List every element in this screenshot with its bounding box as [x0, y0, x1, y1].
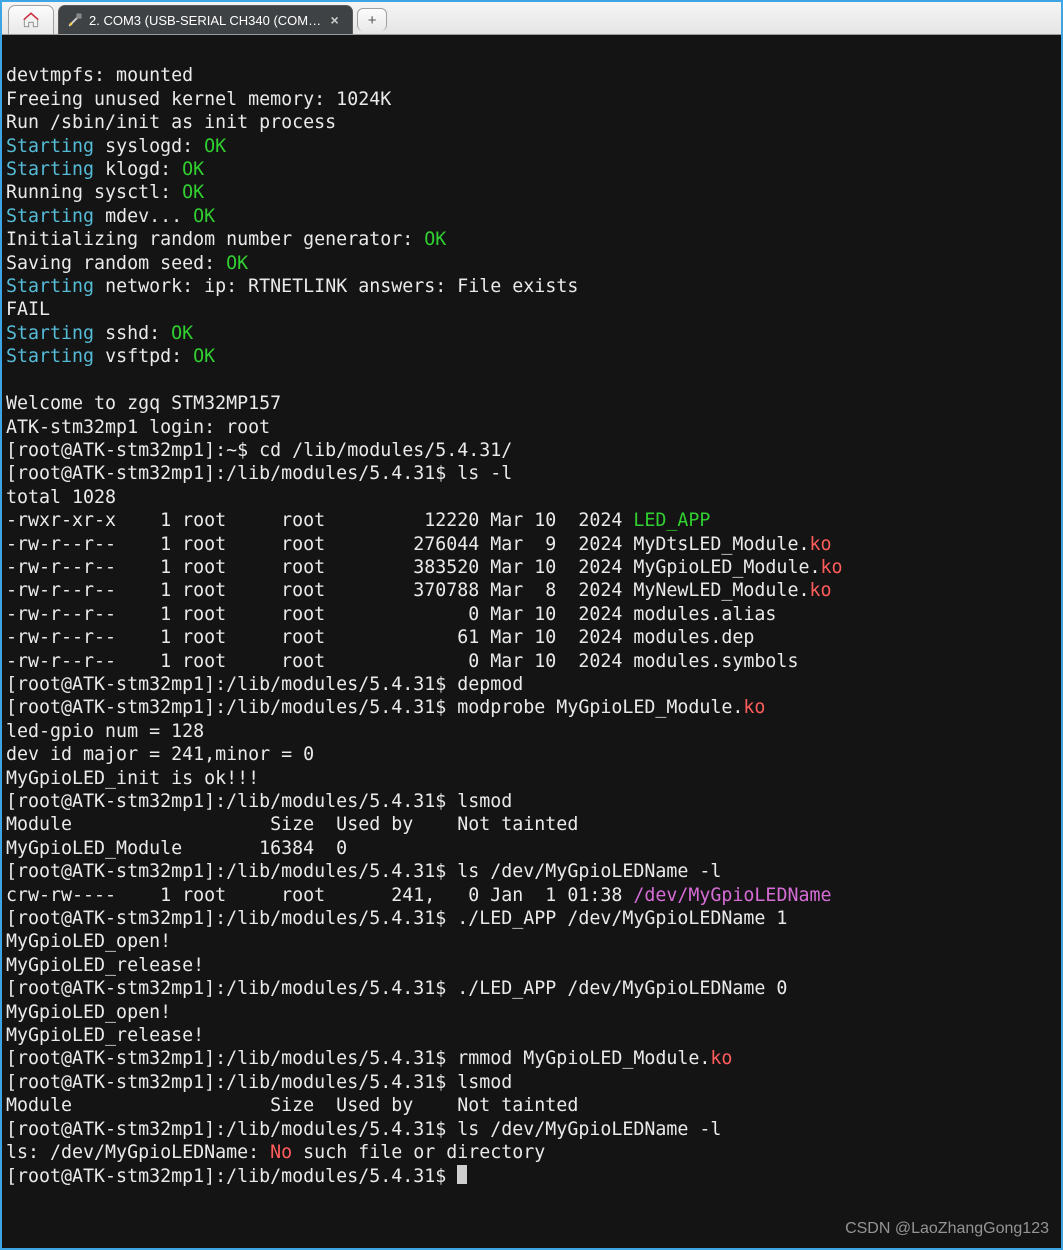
ok-word: OK [424, 229, 446, 250]
err-line: such file or directory [292, 1142, 545, 1163]
ls-row: -rw-r--r-- 1 root root 383520 Mar 10 202… [6, 557, 820, 578]
ls-row: -rw-r--r-- 1 root root 61 Mar 10 2024 mo… [6, 627, 754, 648]
ok-word: OK [193, 206, 215, 227]
ko-ext: ko [710, 1048, 732, 1069]
line: MyGpioLED_init is ok!!! [6, 768, 259, 789]
ls-row: -rwxr-xr-x 1 root root 12220 Mar 10 2024 [6, 510, 633, 531]
prompt-line: [root@ATK-stm32mp1]:/lib/modules/5.4.31$… [6, 463, 512, 484]
line: klogd: [94, 159, 182, 180]
tab-serial[interactable]: 2. COM3 (USB-SERIAL CH340 (COM… × [58, 5, 353, 34]
ok-word: OK [182, 159, 204, 180]
tab-label: 2. COM3 (USB-SERIAL CH340 (COM… [89, 13, 321, 28]
prompt-line: [root@ATK-stm32mp1]:/lib/modules/5.4.31$… [6, 1072, 512, 1093]
ls-row: -rw-r--r-- 1 root root 0 Mar 10 2024 mod… [6, 604, 776, 625]
ko-ext: ko [743, 697, 765, 718]
ok-word: OK [226, 253, 248, 274]
line: dev id major = 241,minor = 0 [6, 744, 314, 765]
home-icon [22, 11, 40, 29]
serial-port-icon [67, 12, 83, 28]
line: Module Size Used by Not tainted [6, 1095, 578, 1116]
line: MyGpioLED_Module 16384 0 [6, 838, 347, 859]
line: MyGpioLED_release! [6, 1025, 204, 1046]
ok-word: OK [193, 346, 215, 367]
prompt-line: [root@ATK-stm32mp1]:/lib/modules/5.4.31$… [6, 908, 787, 929]
line: devtmpfs: mounted [6, 65, 193, 86]
line: total 1028 [6, 487, 116, 508]
line: Initializing random number generator: [6, 229, 424, 250]
cursor [457, 1165, 467, 1184]
line: MyGpioLED_open! [6, 931, 171, 952]
prompt-line: [root@ATK-stm32mp1]:/lib/modules/5.4.31$… [6, 697, 743, 718]
ko-ext: ko [809, 580, 831, 601]
prompt-line: [root@ATK-stm32mp1]:/lib/modules/5.4.31$ [6, 1166, 457, 1187]
ok-word: OK [204, 136, 226, 157]
prompt-line: [root@ATK-stm32mp1]:/lib/modules/5.4.31$… [6, 1119, 721, 1140]
ls-row: -rw-r--r-- 1 root root 0 Mar 10 2024 mod… [6, 651, 798, 672]
exec-file: LED_APP [633, 510, 710, 531]
ko-ext: ko [820, 557, 842, 578]
prompt-line: [root@ATK-stm32mp1]:/lib/modules/5.4.31$… [6, 978, 787, 999]
line: mdev... [94, 206, 193, 227]
ok-word: OK [182, 182, 204, 203]
terminal-output[interactable]: devtmpfs: mounted Freeing unused kernel … [2, 35, 1061, 1192]
starting-word: Starting [6, 346, 94, 367]
line: network: ip: RTNETLINK answers: File exi… [94, 276, 578, 297]
prompt-line: [root@ATK-stm32mp1]:/lib/modules/5.4.31$… [6, 1048, 710, 1069]
starting-word: Starting [6, 206, 94, 227]
line: Welcome to zgq STM32MP157 [6, 393, 281, 414]
line: ATK-stm32mp1 login: root [6, 417, 270, 438]
line: MyGpioLED_open! [6, 1002, 171, 1023]
close-icon[interactable]: × [327, 13, 342, 28]
line: Saving random seed: [6, 253, 226, 274]
prompt-line: [root@ATK-stm32mp1]:~$ cd /lib/modules/5… [6, 440, 512, 461]
plus-icon: + [368, 12, 377, 29]
starting-word: Starting [6, 323, 94, 344]
line: syslogd: [94, 136, 204, 157]
prompt-line: [root@ATK-stm32mp1]:/lib/modules/5.4.31$… [6, 674, 523, 695]
line: Running sysctl: [6, 182, 182, 203]
line: Module Size Used by Not tainted [6, 814, 578, 835]
prompt-line: [root@ATK-stm32mp1]:/lib/modules/5.4.31$… [6, 791, 512, 812]
line: MyGpioLED_release! [6, 955, 204, 976]
no-word: No [270, 1142, 292, 1163]
line: vsftpd: [94, 346, 193, 367]
starting-word: Starting [6, 276, 94, 297]
tab-bar: 2. COM3 (USB-SERIAL CH340 (COM… × + [2, 2, 1061, 35]
new-tab-button[interactable]: + [357, 8, 387, 31]
line: FAIL [6, 299, 50, 320]
starting-word: Starting [6, 159, 94, 180]
err-line: ls: /dev/MyGpioLEDName: [6, 1142, 270, 1163]
watermark: CSDN @LaoZhangGong123 [845, 1220, 1049, 1238]
ko-ext: ko [809, 534, 831, 555]
ls-row: crw-rw---- 1 root root 241, 0 Jan 1 01:3… [6, 885, 633, 906]
tab-home[interactable] [8, 5, 54, 34]
line: Run /sbin/init as init process [6, 112, 336, 133]
dev-node: /dev/MyGpioLEDName [633, 885, 831, 906]
line: Freeing unused kernel memory: 1024K [6, 89, 391, 110]
line: sshd: [94, 323, 171, 344]
ls-row: -rw-r--r-- 1 root root 370788 Mar 8 2024… [6, 580, 809, 601]
ok-word: OK [171, 323, 193, 344]
starting-word: Starting [6, 136, 94, 157]
line: led-gpio num = 128 [6, 721, 204, 742]
prompt-line: [root@ATK-stm32mp1]:/lib/modules/5.4.31$… [6, 861, 721, 882]
ls-row: -rw-r--r-- 1 root root 276044 Mar 9 2024… [6, 534, 809, 555]
